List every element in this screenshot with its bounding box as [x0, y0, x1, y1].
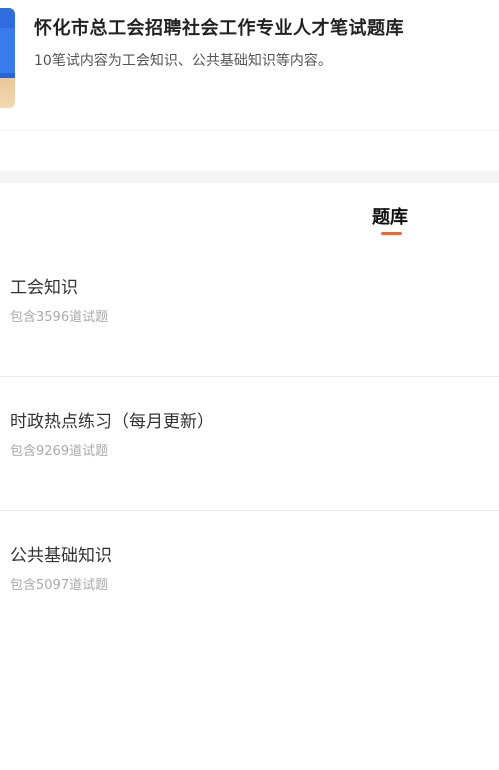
- exam-description: 10笔试内容为工会知识、公共基础知识等内容。: [34, 53, 332, 69]
- list-item[interactable]: 时政热点练习（每月更新） 包含9269道试题: [0, 377, 499, 511]
- item-question-count: 包含9269道试题: [10, 444, 109, 459]
- exam-title: 怀化市总工会招聘社会工作专业人才笔试题库: [34, 18, 404, 39]
- spacer: [0, 131, 499, 171]
- item-title: 公共基础知识: [10, 546, 112, 566]
- exam-header: 怀化市总工会招聘社会工作专业人才笔试题库 10笔试内容为工会知识、公共基础知识等…: [0, 0, 499, 131]
- tab-bar: 题库: [0, 183, 499, 243]
- item-question-count: 包含5097道试题: [10, 578, 109, 593]
- exam-cover-image: [0, 8, 15, 108]
- list-item[interactable]: 工会知识 包含3596道试题: [0, 243, 499, 377]
- cover-graphic: [0, 28, 15, 73]
- page: 怀化市总工会招聘社会工作专业人才笔试题库 10笔试内容为工会知识、公共基础知识等…: [0, 0, 499, 770]
- section-divider: [0, 171, 499, 183]
- active-tab-indicator: [381, 232, 402, 235]
- item-question-count: 包含3596道试题: [10, 310, 109, 325]
- tab-question-bank[interactable]: 题库: [372, 203, 408, 229]
- list-item[interactable]: 公共基础知识 包含5097道试题: [0, 511, 499, 644]
- question-bank-list: 工会知识 包含3596道试题 时政热点练习（每月更新） 包含9269道试题 公共…: [0, 243, 499, 644]
- item-title: 时政热点练习（每月更新）: [10, 412, 214, 432]
- item-title: 工会知识: [10, 278, 78, 298]
